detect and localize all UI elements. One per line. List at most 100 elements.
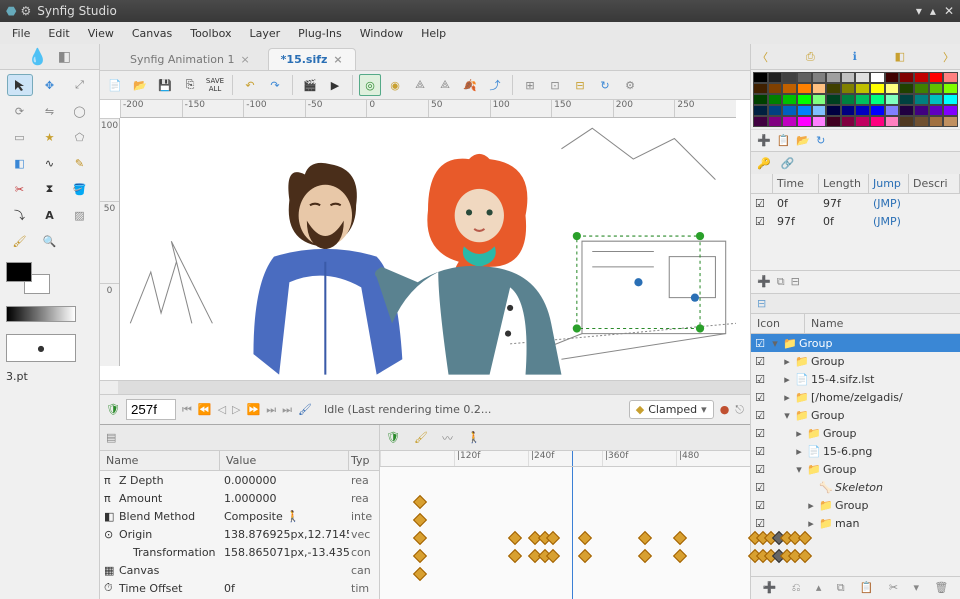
play-icon[interactable]: ▷: [232, 403, 240, 416]
shield-icon[interactable]: 🛡: [106, 403, 120, 416]
palette-cell[interactable]: [899, 94, 914, 105]
palette-cell[interactable]: [753, 72, 768, 83]
palette-cell[interactable]: [885, 105, 900, 116]
layer-grp-icon[interactable]: ⊟: [791, 275, 800, 289]
menu-canvas[interactable]: Canvas: [124, 25, 180, 42]
nav-color-icon[interactable]: ◧: [895, 50, 905, 63]
params-tab-icon[interactable]: ▤: [106, 431, 116, 444]
palette-cell[interactable]: [885, 72, 900, 83]
palette-cell[interactable]: [812, 83, 827, 94]
palette-cell[interactable]: [826, 72, 841, 83]
smooth-move-tool[interactable]: ✥: [37, 74, 63, 96]
undo-btn[interactable]: ↶: [239, 74, 261, 96]
star-tool[interactable]: ★: [37, 126, 63, 148]
palette-cell[interactable]: [826, 105, 841, 116]
palette-cell[interactable]: [826, 94, 841, 105]
time-input[interactable]: [126, 399, 176, 420]
snap-btn[interactable]: ⊡: [544, 74, 566, 96]
palette-cell[interactable]: [943, 72, 958, 83]
palette-cell[interactable]: [768, 83, 783, 94]
tl-curve-icon[interactable]: 〰: [442, 430, 453, 446]
sketch-tool[interactable]: ▨: [67, 204, 93, 226]
tab-doc-1[interactable]: Synfig Animation 1×: [118, 49, 262, 70]
outline-width[interactable]: 3.pt: [6, 370, 93, 383]
palette-cell[interactable]: [870, 72, 885, 83]
palette-cell[interactable]: [899, 105, 914, 116]
window-settings-icon[interactable]: ⚙: [20, 4, 31, 18]
seek-begin-icon[interactable]: ⏮: [182, 403, 192, 417]
layer-row[interactable]: ☑🦴Skeleton: [751, 478, 960, 496]
param-row[interactable]: ▦Canvascan: [100, 561, 379, 579]
layer-row[interactable]: ☑▾📁Group: [751, 406, 960, 424]
palette-cell[interactable]: [782, 94, 797, 105]
layer-row[interactable]: ☑▾📁Group: [751, 460, 960, 478]
menu-plugins[interactable]: Plug-Ins: [290, 25, 350, 42]
palette-cell[interactable]: [782, 105, 797, 116]
palette-cell[interactable]: [841, 116, 856, 127]
gradient-tool[interactable]: ◧: [7, 152, 33, 174]
palette-cell[interactable]: [943, 116, 958, 127]
layer-down-icon[interactable]: ▾: [913, 581, 919, 595]
tl-brush-icon[interactable]: 🖌: [414, 431, 428, 444]
layers-tab-icon[interactable]: ⊟: [757, 297, 766, 310]
palette-cell[interactable]: [943, 105, 958, 116]
layer-row[interactable]: ☑▸📁man: [751, 514, 960, 532]
palette-cell[interactable]: [768, 72, 783, 83]
leaf-btn[interactable]: 🍂: [459, 74, 481, 96]
param-row[interactable]: ⏱Time Offset0ftim: [100, 579, 379, 597]
grid-btn[interactable]: ⊞: [519, 74, 541, 96]
param-row[interactable]: πZ Depth0.000000rea: [100, 471, 379, 489]
foreground-color[interactable]: [6, 262, 32, 282]
seek-next-icon[interactable]: ⏩: [247, 403, 261, 416]
saveas-btn[interactable]: ⎘: [179, 74, 201, 96]
palette-cell[interactable]: [914, 94, 929, 105]
palette-cell[interactable]: [797, 116, 812, 127]
palette-cell[interactable]: [841, 105, 856, 116]
palette-cell[interactable]: [768, 116, 783, 127]
palette-cell[interactable]: [812, 94, 827, 105]
saveall-btn[interactable]: SAVEALL: [204, 74, 226, 96]
width-tool[interactable]: ⧗: [37, 178, 63, 200]
layer-row[interactable]: ☑▸📁Group: [751, 424, 960, 442]
palette-cell[interactable]: [929, 116, 944, 127]
fill-tool[interactable]: 🪣: [67, 178, 93, 200]
toolbox-cube-icon[interactable]: ◧: [58, 49, 71, 65]
layer-row[interactable]: ☑▸📄15-4.sifz.lst: [751, 370, 960, 388]
layer-up-icon[interactable]: ▴: [816, 581, 822, 595]
skel2-btn[interactable]: ⟁: [434, 74, 456, 96]
eyedrop-tool[interactable]: ⤵: [7, 204, 33, 226]
menu-view[interactable]: View: [80, 25, 122, 42]
text-tool[interactable]: A: [37, 204, 63, 226]
palette-cell[interactable]: [812, 116, 827, 127]
refresh-btn[interactable]: ↻: [594, 74, 616, 96]
palette-cell[interactable]: [812, 105, 827, 116]
close-icon[interactable]: ×: [240, 53, 249, 66]
seek-next-kf-icon[interactable]: ⏭: [266, 403, 276, 417]
palette-cell[interactable]: [753, 83, 768, 94]
polygon-tool[interactable]: ⬠: [67, 126, 93, 148]
spline-tool[interactable]: ∿: [37, 152, 63, 174]
palette-open-icon[interactable]: 📂: [796, 134, 810, 147]
keyframe-row[interactable]: ☑0f97f(JMP): [751, 194, 960, 212]
layer-add-icon[interactable]: ➕: [757, 275, 771, 289]
new-btn[interactable]: 📄: [104, 74, 126, 96]
timeline-ruler[interactable]: |120f|240f|360f|480: [380, 451, 750, 467]
menu-window[interactable]: Window: [352, 25, 411, 42]
gradient-swatch[interactable]: [6, 306, 76, 322]
guide-btn[interactable]: ⊟: [569, 74, 591, 96]
palette-cell[interactable]: [870, 83, 885, 94]
nav-list-icon[interactable]: ⎙: [806, 50, 815, 64]
palette-add-icon[interactable]: ➕: [757, 134, 771, 147]
palette-cell[interactable]: [753, 105, 768, 116]
tl-shield-icon[interactable]: 🛡: [386, 431, 400, 444]
nav-next-icon[interactable]: 〉: [943, 49, 954, 65]
nav-info-icon[interactable]: ℹ: [853, 50, 857, 63]
palette-cell[interactable]: [943, 83, 958, 94]
palette-cell[interactable]: [826, 83, 841, 94]
brush-tool[interactable]: 🖌: [7, 230, 33, 252]
palette-cell[interactable]: [899, 72, 914, 83]
toolbox-drop-icon[interactable]: 💧: [28, 47, 48, 66]
param-row[interactable]: ◧Blend MethodComposite 🚶inte: [100, 507, 379, 525]
palette-cell[interactable]: [899, 116, 914, 127]
palette-cell[interactable]: [855, 72, 870, 83]
